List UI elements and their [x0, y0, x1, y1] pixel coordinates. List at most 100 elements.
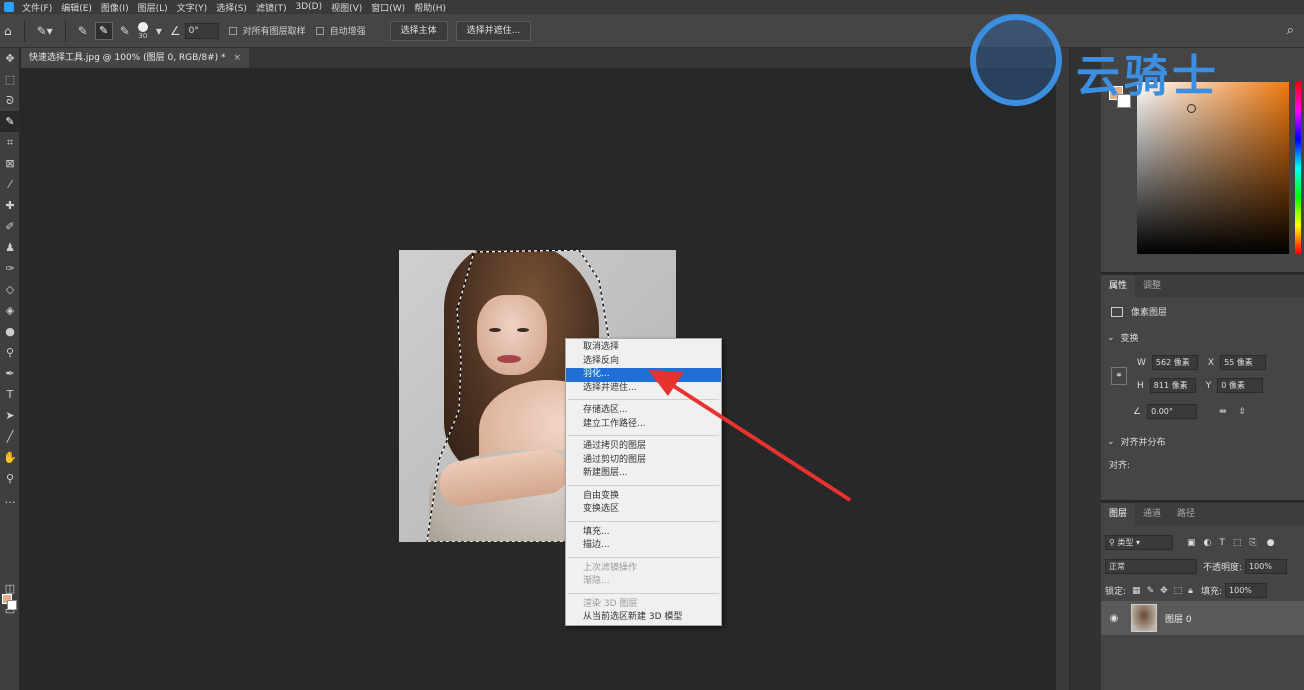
new-selection-icon[interactable]: ✎: [78, 24, 88, 38]
more-tools-icon[interactable]: …: [0, 489, 20, 510]
context-menu-item[interactable]: 羽化...: [566, 368, 721, 382]
crop-tool-icon[interactable]: ⌗: [0, 132, 20, 153]
select-subject-button[interactable]: 选择主体: [389, 20, 448, 41]
quick-mask-icon[interactable]: ◫: [0, 578, 20, 599]
layer-kind-filter[interactable]: ⚲ 类型 ▾: [1105, 535, 1173, 550]
zoom-tool-icon[interactable]: ⚲: [0, 468, 20, 489]
eyedropper-tool-icon[interactable]: ⁄: [0, 174, 20, 195]
menu-image[interactable]: 图像(I): [101, 1, 129, 14]
context-menu-item[interactable]: 填充...: [566, 526, 721, 540]
filter-pixel-icon[interactable]: ▣: [1187, 538, 1196, 548]
context-menu-item[interactable]: 变换选区: [566, 503, 721, 517]
search-icon[interactable]: ⌕: [1287, 23, 1294, 38]
menu-edit[interactable]: 编辑(E): [61, 1, 92, 14]
context-menu-item[interactable]: 取消选择: [566, 341, 721, 355]
chevron-down-icon[interactable]: ▾: [156, 24, 162, 38]
add-to-selection-icon[interactable]: ✎: [94, 21, 113, 40]
brush-picker[interactable]: 30: [137, 21, 148, 40]
auto-enhance-checkbox[interactable]: 自动增强: [315, 24, 366, 37]
menu-layer[interactable]: 图层(L): [138, 1, 168, 14]
rotation-field[interactable]: 0.00°: [1147, 404, 1198, 419]
menu-3d[interactable]: 3D(D): [295, 2, 322, 12]
canvas-area[interactable]: [21, 68, 1055, 690]
path-select-icon[interactable]: ➤: [0, 405, 20, 426]
context-menu-item[interactable]: 选择反向: [566, 355, 721, 369]
line-tool-icon[interactable]: ╱: [0, 426, 20, 447]
visibility-eye-icon[interactable]: ◉: [1105, 613, 1123, 624]
chevron-down-icon[interactable]: ⌄: [1107, 437, 1115, 447]
quick-select-tool-icon[interactable]: ✎▾: [37, 24, 53, 38]
context-menu-item[interactable]: 选择并遮住...: [566, 382, 721, 396]
flip-vertical-icon[interactable]: ⇳: [1239, 407, 1247, 417]
layer-row[interactable]: ◉ 图层 0: [1101, 601, 1304, 635]
hue-slider[interactable]: [1295, 82, 1301, 254]
filter-adjust-icon[interactable]: ◐: [1204, 538, 1212, 548]
eraser-tool-icon[interactable]: ◇: [0, 279, 20, 300]
lock-all-icon[interactable]: 🔒︎: [1188, 586, 1193, 596]
context-menu-item[interactable]: 从当前选区新建 3D 模型: [566, 611, 721, 625]
checkbox-box[interactable]: [315, 26, 324, 35]
history-brush-icon[interactable]: ✑: [0, 258, 20, 279]
tab-paths[interactable]: 路径: [1169, 503, 1203, 525]
hand-tool-icon[interactable]: ✋: [0, 447, 20, 468]
angle-field[interactable]: 0°: [184, 22, 219, 39]
brush-tool-icon[interactable]: ✐: [0, 216, 20, 237]
lock-position-icon[interactable]: ✥: [1160, 586, 1168, 596]
menu-file[interactable]: 文件(F): [22, 1, 52, 14]
context-menu-item[interactable]: 描边...: [566, 539, 721, 553]
blur-tool-icon[interactable]: ●: [0, 321, 20, 342]
tab-properties[interactable]: 属性: [1101, 275, 1136, 297]
opacity-field[interactable]: 100%: [1245, 559, 1288, 574]
menu-window[interactable]: 窗口(W): [371, 1, 405, 14]
marquee-tool-icon[interactable]: ⬚: [0, 69, 20, 90]
type-tool-icon[interactable]: T: [0, 384, 20, 405]
document-tab[interactable]: 快速选择工具.jpg @ 100% (图层 0, RGB/8#) * ×: [21, 48, 250, 68]
pen-tool-icon[interactable]: ✒: [0, 363, 20, 384]
close-icon[interactable]: ×: [234, 48, 242, 68]
filter-type-icon[interactable]: T: [1219, 538, 1225, 548]
height-field[interactable]: 811 像素: [1149, 378, 1196, 393]
y-field[interactable]: 0 像素: [1217, 378, 1264, 393]
screen-mode-icon[interactable]: ▭: [0, 600, 20, 621]
quick-select-tool-icon[interactable]: ✎: [0, 111, 20, 132]
tab-layers[interactable]: 图层: [1101, 503, 1136, 525]
lock-pixels-icon[interactable]: ✎: [1147, 586, 1155, 596]
checkbox-box[interactable]: [228, 26, 237, 35]
context-menu-item[interactable]: 存储选区...: [566, 404, 721, 418]
context-menu-item[interactable]: 新建图层...: [566, 467, 721, 481]
tab-adjustments[interactable]: 调整: [1135, 275, 1169, 297]
fill-field[interactable]: 100%: [1225, 583, 1268, 598]
context-menu-item[interactable]: 通过拷贝的图层: [566, 440, 721, 454]
paint-bucket-icon[interactable]: ◈: [0, 300, 20, 321]
menu-filter[interactable]: 滤镜(T): [256, 1, 287, 14]
context-menu-item[interactable]: 建立工作路径...: [566, 418, 721, 432]
lasso-tool-icon[interactable]: ᘐ: [0, 90, 20, 111]
home-icon[interactable]: ⌂: [4, 24, 12, 38]
stamp-tool-icon[interactable]: ♟: [0, 237, 20, 258]
tab-channels[interactable]: 通道: [1135, 503, 1169, 525]
healing-tool-icon[interactable]: ✚: [0, 195, 20, 216]
filter-toggle-icon[interactable]: ●: [1267, 538, 1275, 548]
lock-artboard-icon[interactable]: ⬚: [1174, 586, 1183, 596]
link-icon[interactable]: ⚭: [1111, 367, 1127, 385]
filter-shape-icon[interactable]: ⬚: [1233, 538, 1242, 548]
subtract-selection-icon[interactable]: ✎: [120, 24, 130, 38]
menu-view[interactable]: 视图(V): [331, 1, 362, 14]
menu-select[interactable]: 选择(S): [216, 1, 247, 14]
context-menu-item[interactable]: 通过剪切的图层: [566, 454, 721, 468]
menu-type[interactable]: 文字(Y): [177, 1, 208, 14]
dock-collapse-strip[interactable]: [1055, 48, 1069, 690]
menu-help[interactable]: 帮助(H): [414, 1, 446, 14]
context-menu-item[interactable]: 自由变换: [566, 490, 721, 504]
filter-smart-icon[interactable]: ⎘: [1249, 538, 1256, 548]
select-and-mask-button[interactable]: 选择并遮住...: [455, 20, 532, 41]
move-tool-icon[interactable]: ✥: [0, 48, 20, 69]
blend-mode-select[interactable]: 正常: [1105, 559, 1197, 574]
frame-tool-icon[interactable]: ⊠: [0, 153, 20, 174]
lock-transparent-icon[interactable]: ▦: [1132, 586, 1141, 596]
width-field[interactable]: 562 像素: [1151, 355, 1198, 370]
sample-all-layers-checkbox[interactable]: 对所有图层取样: [228, 24, 306, 37]
chevron-down-icon[interactable]: ⌄: [1107, 333, 1115, 343]
flip-horizontal-icon[interactable]: ⇹: [1219, 407, 1227, 417]
x-field[interactable]: 55 像素: [1220, 355, 1267, 370]
